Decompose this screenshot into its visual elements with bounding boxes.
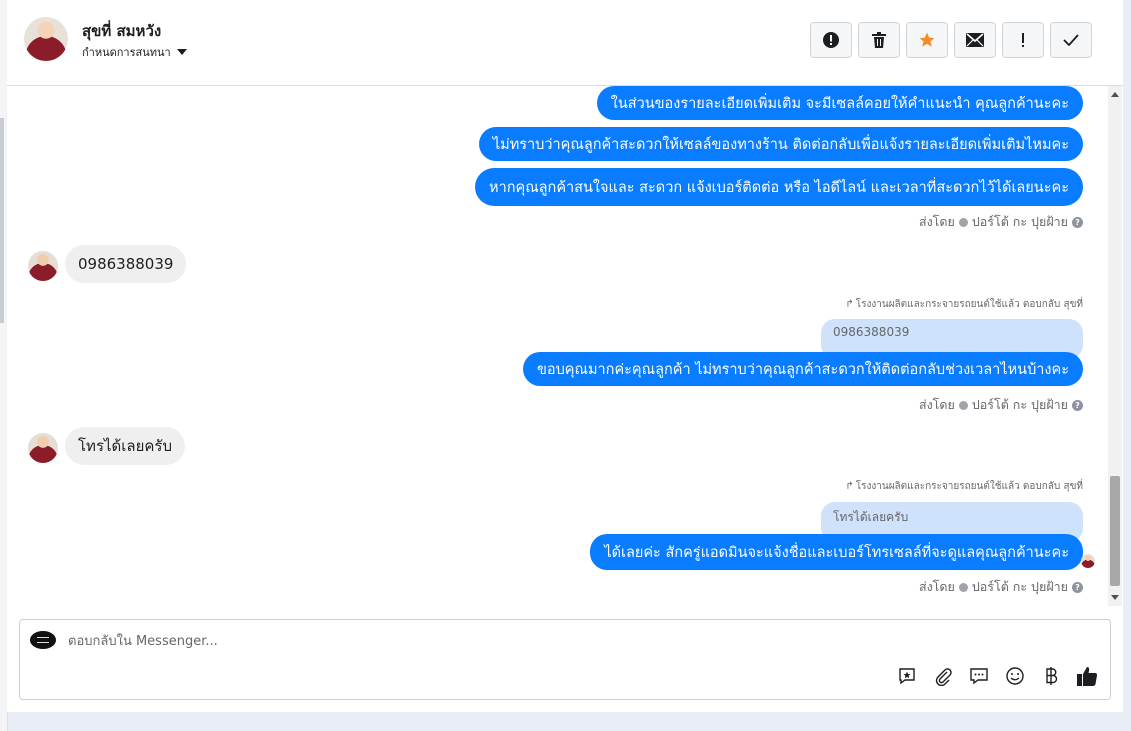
chat-button[interactable] bbox=[966, 663, 992, 689]
star-button[interactable] bbox=[906, 22, 948, 58]
alert-icon bbox=[823, 32, 839, 48]
contact-avatar[interactable] bbox=[24, 17, 68, 61]
sent-by-label: ส่งโดย bbox=[918, 214, 955, 229]
outgoing-message[interactable]: ในส่วนของรายละเอียดเพิ่มเติม จะมีเซลล์คอ… bbox=[596, 86, 1083, 120]
payment-button[interactable] bbox=[1038, 663, 1064, 689]
sent-by-label: ส่งโดย bbox=[918, 579, 955, 594]
conversation-settings-label: กำหนดการสนทนา bbox=[82, 46, 171, 59]
contact-avatar-small[interactable] bbox=[28, 433, 58, 463]
sent-by-label: ส่งโดย bbox=[918, 397, 955, 412]
attachment-icon bbox=[935, 668, 952, 686]
incoming-message[interactable]: โทรได้เลยครับ bbox=[65, 427, 186, 465]
sender-name[interactable]: ปอร์โต้ กะ ปุยฝ้าย bbox=[972, 577, 1068, 597]
reply-arrow-icon: ↱ bbox=[845, 299, 854, 310]
check-icon bbox=[1063, 34, 1079, 46]
caret-down-icon bbox=[176, 49, 187, 55]
help-icon[interactable]: ? bbox=[1072, 581, 1083, 593]
chat-icon bbox=[970, 668, 988, 685]
scrollbar-thumb[interactable] bbox=[1110, 476, 1120, 586]
spam-button[interactable] bbox=[810, 22, 852, 58]
saved-reply-button[interactable] bbox=[894, 663, 920, 689]
star-icon bbox=[919, 32, 935, 47]
outgoing-message[interactable]: ไม่ทราบว่าคุณลูกค้าสะดวกให้เซลล์ของทางร้… bbox=[478, 127, 1083, 161]
sender-status-icon bbox=[958, 582, 968, 592]
delete-button[interactable] bbox=[858, 22, 900, 58]
scroll-up-arrow-icon[interactable] bbox=[1111, 92, 1119, 97]
reply-context: ↱ โรงงานผลิตและกระจายรถยนต์ใช้แล้ว ตอบกล… bbox=[845, 297, 1083, 312]
outgoing-message[interactable]: ได้เลยค่ะ สักครู่แอดมินจะแจ้งชื่อและเบอร… bbox=[590, 534, 1083, 570]
emoji-button[interactable] bbox=[1002, 663, 1028, 689]
done-button[interactable] bbox=[1050, 22, 1092, 58]
like-button[interactable] bbox=[1074, 663, 1100, 689]
conversation-settings-dropdown[interactable]: กำหนดการสนทนา bbox=[82, 43, 187, 61]
like-icon bbox=[1077, 667, 1098, 686]
outgoing-message[interactable]: ขอบคุณมากค่ะคุณลูกค้า ไม่ทราบว่าคุณลูกค้… bbox=[522, 352, 1083, 386]
page-avatar bbox=[30, 631, 56, 649]
sender-name[interactable]: ปอร์โต้ กะ ปุยฝ้าย bbox=[972, 212, 1068, 232]
thread-scrollbar[interactable] bbox=[1108, 86, 1122, 606]
message-thread[interactable]: ในส่วนของรายละเอียดเพิ่มเติม จะมีเซลล์คอ… bbox=[7, 86, 1106, 606]
baht-icon bbox=[1046, 667, 1058, 685]
mark-unread-button[interactable] bbox=[954, 22, 996, 58]
reply-context-text: โรงงานผลิตและกระจายรถยนต์ใช้แล้ว ตอบกลับ… bbox=[855, 481, 1083, 492]
sender-status-icon bbox=[958, 217, 968, 227]
trash-icon bbox=[872, 32, 886, 48]
sent-by-line: ส่งโดย ปอร์โต้ กะ ปุยฝ้าย ? bbox=[919, 577, 1083, 597]
contact-name[interactable]: สุขที่ สมหวัง bbox=[82, 19, 161, 43]
outgoing-message[interactable]: หากคุณลูกค้าสนใจและ สะดวก แจ้งเบอร์ติดต่… bbox=[475, 168, 1083, 206]
help-icon[interactable]: ? bbox=[1072, 399, 1083, 411]
sender-name[interactable]: ปอร์โต้ กะ ปุยฝ้าย bbox=[972, 395, 1068, 415]
help-icon[interactable]: ? bbox=[1072, 216, 1083, 228]
composer-tools bbox=[894, 663, 1100, 689]
left-edge-marker bbox=[0, 118, 4, 323]
attachment-button[interactable] bbox=[930, 663, 956, 689]
conversation-header: สุขที่ สมหวัง กำหนดการสนทนา bbox=[7, 0, 1123, 86]
mail-icon bbox=[966, 33, 984, 47]
contact-avatar-small[interactable] bbox=[28, 251, 58, 281]
reply-context-text: โรงงานผลิตและกระจายรถยนต์ใช้แล้ว ตอบกลับ… bbox=[855, 299, 1083, 310]
follow-up-button[interactable] bbox=[1002, 22, 1044, 58]
scroll-down-arrow-icon[interactable] bbox=[1111, 595, 1119, 600]
conversation-panel: สุขที่ สมหวัง กำหนดการสนทนา ในส่วนของราย… bbox=[7, 0, 1123, 712]
reply-composer bbox=[19, 619, 1111, 700]
header-actions bbox=[810, 22, 1092, 58]
sent-by-line: ส่งโดย ปอร์โต้ กะ ปุยฝ้าย ? bbox=[919, 212, 1083, 232]
reply-context: ↱ โรงงานผลิตและกระจายรถยนต์ใช้แล้ว ตอบกล… bbox=[845, 479, 1083, 494]
seen-avatar bbox=[1081, 554, 1095, 568]
reply-arrow-icon: ↱ bbox=[845, 481, 854, 492]
emoji-icon bbox=[1006, 667, 1024, 685]
incoming-message[interactable]: 0986388039 bbox=[65, 245, 187, 283]
sender-status-icon bbox=[958, 400, 968, 410]
reply-input[interactable] bbox=[68, 630, 968, 652]
exclamation-icon bbox=[1022, 33, 1024, 47]
saved-reply-icon bbox=[899, 668, 915, 685]
sent-by-line: ส่งโดย ปอร์โต้ กะ ปุยฝ้าย ? bbox=[919, 395, 1083, 415]
